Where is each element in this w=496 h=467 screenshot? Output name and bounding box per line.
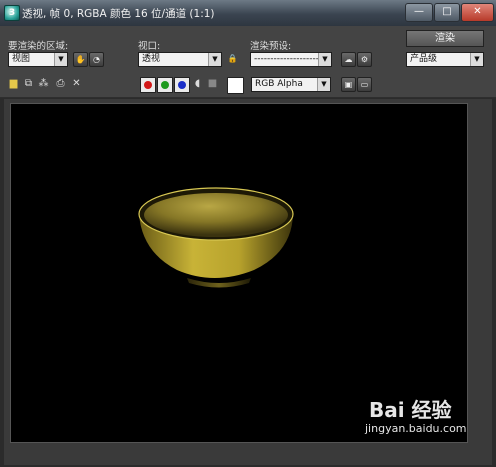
lock-icon[interactable]: 🔒: [226, 52, 239, 65]
render-frame-area: Bai 经验 jingyan.baidu.com: [4, 99, 492, 465]
chevron-down-icon: ▼: [318, 53, 331, 66]
render-button[interactable]: 渲染: [406, 30, 484, 47]
auto-region-icon[interactable]: ✋: [73, 52, 88, 67]
window-titlebar: 3 透视, 帧 0, RGBA 颜色 16 位/通道 (1:1) — □ ✕: [0, 0, 496, 27]
toggle-ui-overlay-icon[interactable]: ▣: [341, 77, 356, 92]
quality-dropdown[interactable]: 产品级 ▼: [406, 52, 484, 67]
render-preset-value: --------------------: [254, 54, 319, 64]
bowl: [138, 187, 294, 288]
copy-icon[interactable]: ⧉: [23, 78, 34, 89]
render-area-dropdown[interactable]: 视图 ▼: [8, 52, 68, 67]
chevron-down-icon: ▼: [470, 53, 483, 66]
close-button[interactable]: ✕: [461, 3, 494, 22]
render-area-label: 要渲染的区域:: [8, 41, 69, 52]
settings-icon[interactable]: ⚙: [357, 52, 372, 67]
clear-icon[interactable]: ✕: [71, 78, 82, 89]
chevron-down-icon: ▼: [208, 53, 221, 66]
baidu-jingyan-logo: Bai 经验: [369, 398, 452, 422]
chevron-down-icon: ▼: [54, 53, 67, 66]
viewport-value: 透视: [142, 54, 161, 64]
app-icon: 3: [4, 5, 20, 21]
green-channel-toggle[interactable]: [157, 77, 173, 93]
channel-display-value: RGB Alpha: [255, 79, 303, 89]
channel-display-dropdown[interactable]: RGB Alpha ▼: [251, 77, 331, 92]
window-title: 透视, 帧 0, RGBA 颜色 16 位/通道 (1:1): [22, 8, 215, 20]
green-channel-dot: [161, 81, 169, 89]
rendered-bowl-image: [138, 187, 294, 288]
quality-value: 产品级: [410, 54, 438, 64]
toggle-ui-icon[interactable]: ▭: [357, 77, 372, 92]
blue-channel-toggle[interactable]: [174, 77, 190, 93]
clone-icon[interactable]: ⁂: [38, 78, 49, 89]
red-channel-toggle[interactable]: [140, 77, 156, 93]
maximize-button[interactable]: □: [434, 3, 460, 22]
render-area-value: 视图: [12, 54, 31, 64]
chevron-down-icon: ▼: [317, 78, 330, 91]
panel-divider: [0, 97, 496, 98]
save-icon[interactable]: ▆: [8, 78, 19, 89]
render-preset-label: 渲染预设:: [250, 41, 292, 52]
red-channel-dot: [144, 81, 152, 89]
render-preset-dropdown[interactable]: -------------------- ▼: [250, 52, 332, 67]
print-icon[interactable]: ⎙: [55, 78, 66, 89]
baidu-jingyan-url: jingyan.baidu.com: [365, 422, 467, 435]
alpha-channel-icon[interactable]: ◖: [192, 78, 203, 89]
swatch-color[interactable]: [227, 77, 244, 94]
rendered-image: Bai 经验 jingyan.baidu.com: [10, 103, 468, 443]
region-select-icon[interactable]: ◔: [89, 52, 104, 67]
viewport-label: 视口:: [138, 41, 161, 52]
environment-icon[interactable]: ☁: [341, 52, 356, 67]
minimize-button[interactable]: —: [405, 3, 433, 22]
blue-channel-dot: [178, 81, 186, 89]
viewport-dropdown[interactable]: 透视 ▼: [138, 52, 222, 67]
monochrome-icon[interactable]: ■: [207, 78, 218, 89]
